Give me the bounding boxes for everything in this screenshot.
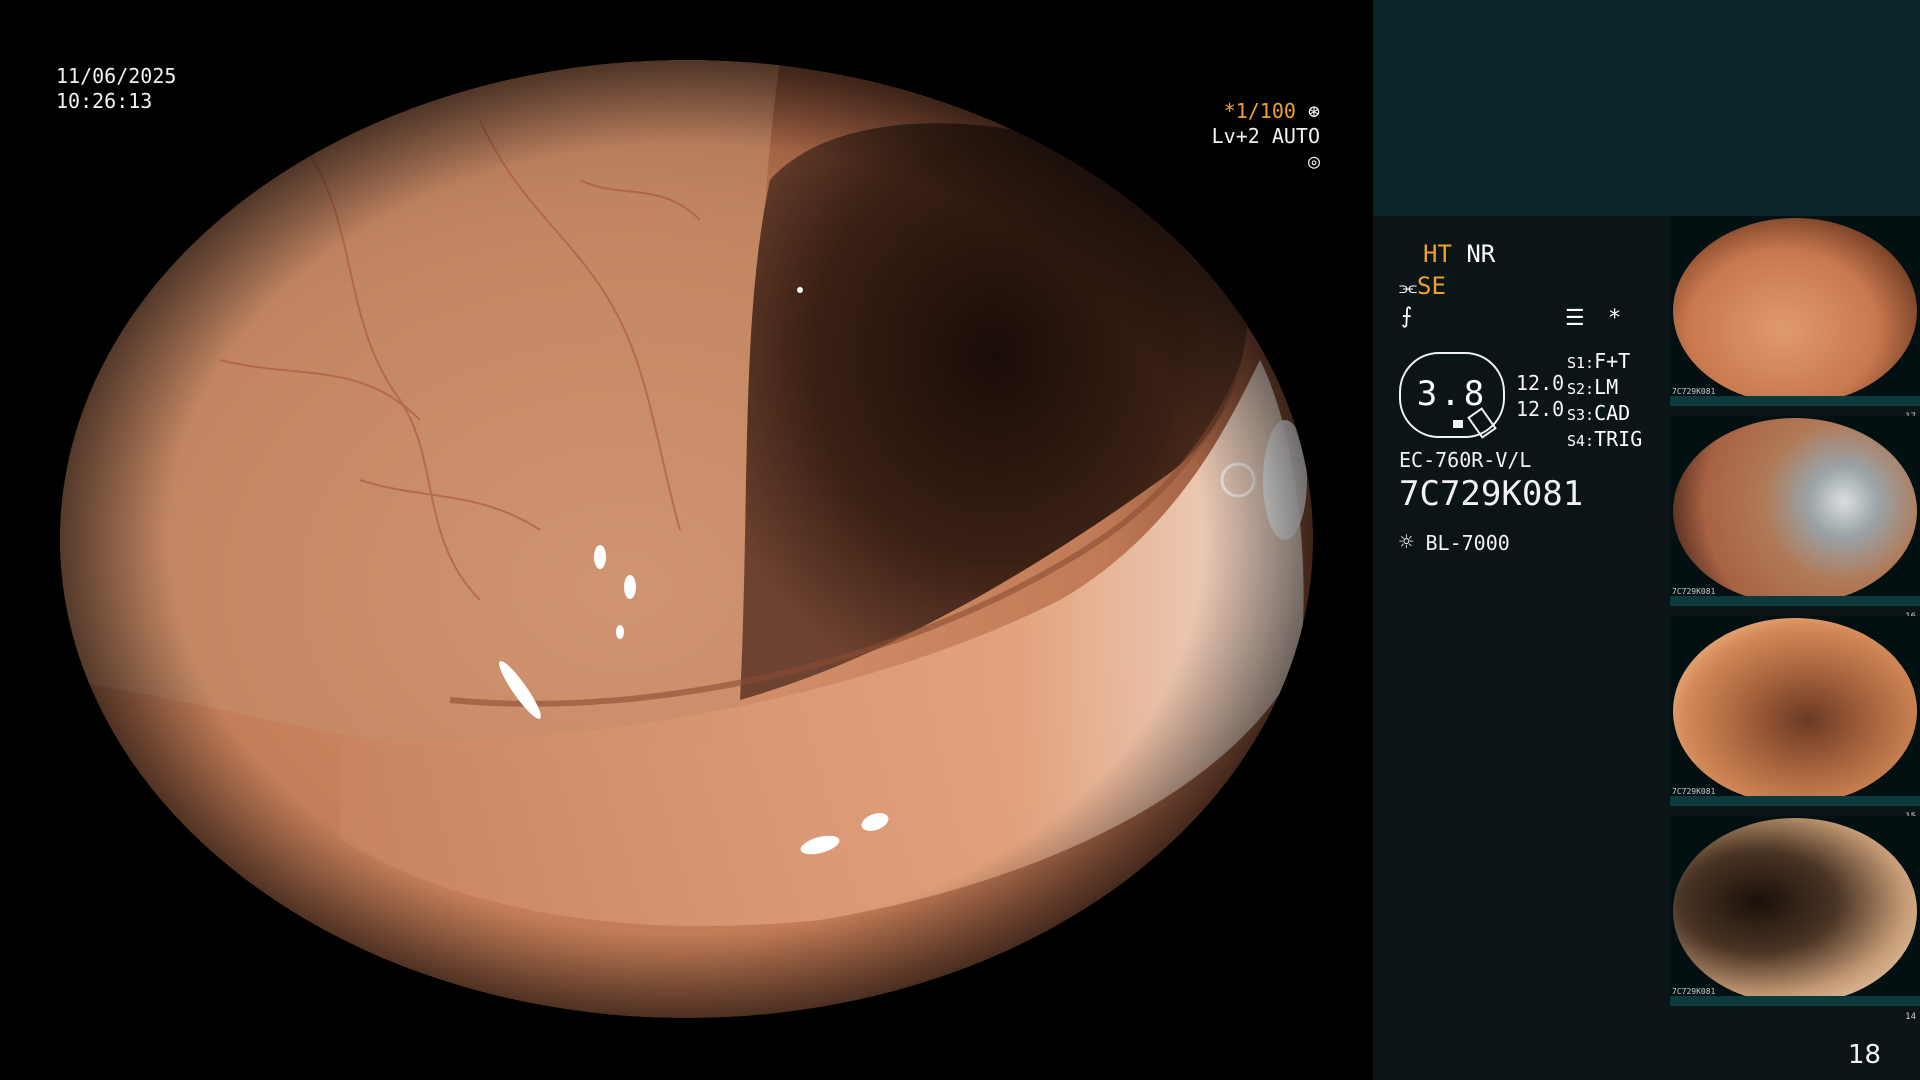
- thumbnail[interactable]: 7C729K081 14: [1670, 816, 1920, 1022]
- brightness-level: Lv+2 AUTO: [1211, 124, 1320, 148]
- zoom-value: 3.8: [1416, 374, 1488, 414]
- thumbnail-bar: [1670, 596, 1920, 606]
- enhancement-icon: ⨍: [1401, 304, 1413, 329]
- switch-s2-value: LM: [1594, 375, 1619, 399]
- switch-s1-key: S1:: [1567, 354, 1595, 372]
- colon-mucosa-image: [60, 60, 1313, 1018]
- light-source: ☼ BL-7000: [1399, 528, 1510, 556]
- ht-mode: HT: [1423, 240, 1452, 268]
- scope-serial: 7C729K081: [1399, 474, 1584, 514]
- value-a: 12.0: [1516, 371, 1565, 395]
- zoom-needle-icon: [1453, 420, 1463, 428]
- value-b: 12.0: [1516, 397, 1565, 421]
- switch-s2: S2:LM: [1567, 374, 1618, 402]
- thumbnail-serial: 7C729K081: [1672, 387, 1716, 396]
- thumbnail[interactable]: 7C729K081 15: [1670, 616, 1920, 822]
- thumbnail-image: [1673, 218, 1917, 404]
- processor-info-panel: HT NR ⫘SE ⨍ ☰ * 3.8 12.0 12.0 S1:F+T S2:…: [1373, 216, 1670, 1080]
- se-icon: ⫘: [1399, 275, 1417, 299]
- settings-menu-icon: ☰: [1565, 306, 1585, 331]
- endoscope-main-view: 11/06/2025 10:26:13 *1/100 ⊛ Lv+2 AUTO ◎: [0, 0, 1373, 1080]
- switch-s1: S1:F+T: [1567, 348, 1630, 376]
- thumbnail-serial: 7C729K081: [1672, 987, 1716, 996]
- switch-s3-value: CAD: [1594, 401, 1631, 425]
- switch-s3-key: S3:: [1567, 406, 1595, 424]
- light-source-label: BL-7000: [1425, 531, 1510, 555]
- shutter-speed: *1/100: [1223, 99, 1296, 123]
- thumbnail-serial: 7C729K081: [1672, 587, 1716, 596]
- date-label: 11/06/2025: [56, 64, 177, 88]
- switch-s4: S4:TRIG: [1567, 426, 1642, 454]
- auto-iris-icon: ◎: [1307, 149, 1320, 173]
- switch-s4-value: TRIG: [1594, 427, 1643, 451]
- switch-s4-key: S4:: [1567, 432, 1595, 450]
- thumbnail-number: 14: [1905, 1012, 1916, 1022]
- switch-s2-key: S2:: [1567, 380, 1595, 398]
- thumbnail-image: [1673, 418, 1917, 604]
- thumbnail-image: [1673, 818, 1917, 1004]
- zoom-indicator: 3.8: [1399, 352, 1505, 439]
- light-source-icon: ☼: [1399, 528, 1414, 556]
- thumbnail[interactable]: 7C729K081 17: [1670, 216, 1920, 422]
- se-mode: SE: [1417, 272, 1446, 300]
- settings-star: *: [1607, 306, 1622, 331]
- time-label: 10:26:13: [56, 89, 153, 113]
- endoscopic-image: [60, 60, 1313, 1018]
- scope-model: EC-760R-V/L: [1399, 448, 1532, 472]
- page-number: 18: [1848, 1040, 1882, 1070]
- thumbnail-bar: [1670, 796, 1920, 806]
- thumbnail-serial: 7C729K081: [1672, 787, 1716, 796]
- exposure-info: *1/100 ⊛ Lv+2 AUTO ◎: [1190, 99, 1320, 174]
- thumbnail-bar: [1670, 396, 1920, 406]
- switch-s3: S3:CAD: [1567, 400, 1630, 428]
- panel-header-area: [1373, 0, 1920, 216]
- switch-s1-value: F+T: [1594, 349, 1631, 373]
- thumbnail-bar: [1670, 996, 1920, 1006]
- date-time: 11/06/2025 10:26:13: [56, 64, 176, 114]
- nr-mode: NR: [1466, 240, 1496, 268]
- thumbnail[interactable]: 7C729K081 16: [1670, 416, 1920, 622]
- shutter-icon: ⊛: [1307, 99, 1320, 123]
- thumbnail-image: [1673, 618, 1917, 804]
- captured-image-list: 7C729K081 17 7C729K081 16 7C729K081 15 7…: [1670, 216, 1920, 1022]
